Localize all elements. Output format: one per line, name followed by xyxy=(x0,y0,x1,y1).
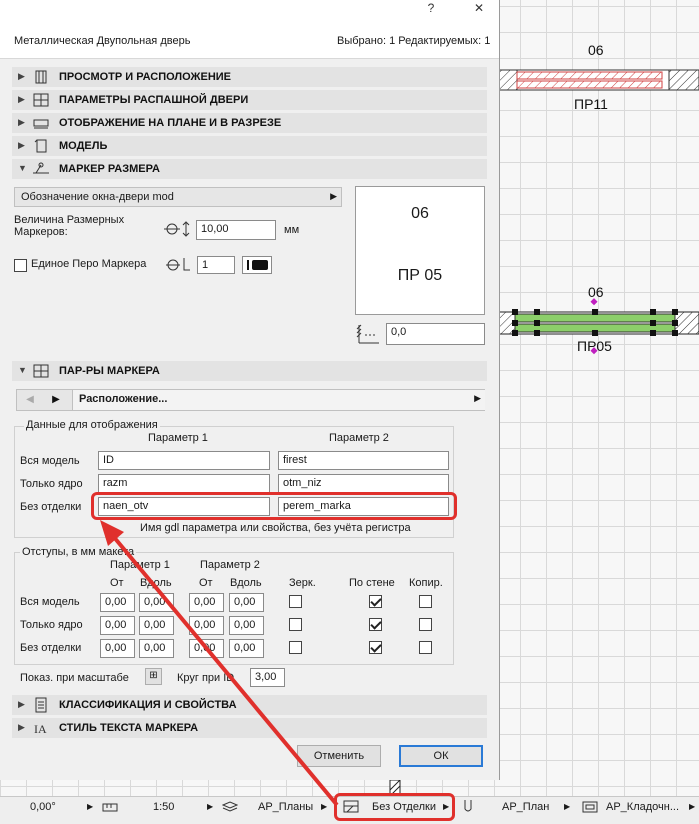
annotation-arrow xyxy=(100,520,339,807)
